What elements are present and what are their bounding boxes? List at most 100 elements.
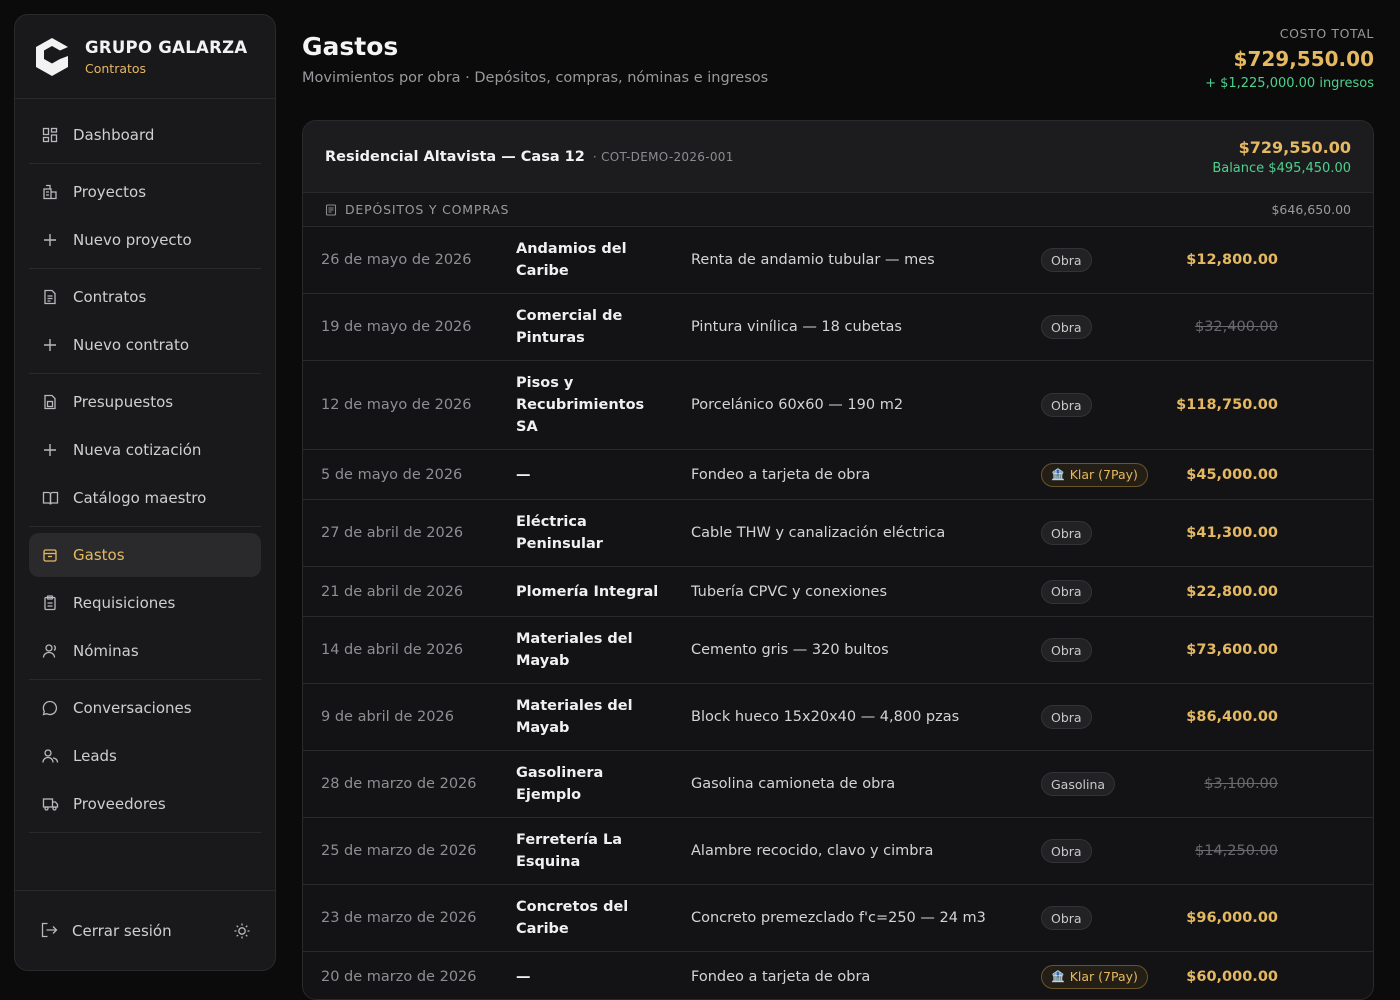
total-value: $729,550.00 [1233, 47, 1374, 71]
row-tag-label: Klar (7Pay) [1069, 467, 1138, 482]
plus-icon [41, 336, 59, 354]
total-label: COSTO TOTAL [1279, 26, 1374, 41]
row-tag: Obra [1041, 839, 1092, 863]
table-row[interactable]: 27 de abril de 2026 Eléctrica Peninsular… [303, 500, 1373, 567]
row-date: 9 de abril de 2026 [321, 709, 454, 725]
row-provider: Materiales del Mayab [516, 698, 633, 736]
brand-subtitle: Contratos [85, 60, 147, 76]
user-icon [41, 642, 59, 660]
table-row[interactable]: 21 de abril de 2026 Plomería Integral Tu… [303, 567, 1373, 617]
project-balance: Balance $495,450.00 [1212, 160, 1351, 176]
sidebar-item-label: Nuevo proyecto [73, 231, 192, 249]
sidebar-item-label: Catálogo maestro [73, 489, 207, 507]
sidebar-item-nuevo-contrato[interactable]: Nuevo contrato [29, 323, 261, 367]
row-provider: Materiales del Mayab [516, 631, 633, 669]
divider [29, 526, 261, 527]
divider [29, 679, 261, 680]
row-tag: Obra [1041, 579, 1092, 604]
brand-logo-icon [36, 37, 68, 76]
truck-icon [41, 795, 59, 813]
table-row[interactable]: 20 de marzo de 2026 — Fondeo a tarjeta d… [303, 952, 1373, 999]
row-provider: Ferretería La Esquina [516, 832, 623, 870]
sidebar-item-nuevo-proyecto[interactable]: Nuevo proyecto [29, 218, 261, 262]
users-icon [41, 747, 59, 765]
sidebar-item-proyectos[interactable]: Proyectos [29, 170, 261, 214]
row-description: Gasolina camioneta de obra [691, 776, 896, 792]
sidebar-item-label: Proyectos [73, 183, 147, 201]
logout-button[interactable]: Cerrar sesión [41, 922, 233, 940]
sidebar-item-conversaciones[interactable]: Conversaciones [29, 686, 261, 730]
sidebar-item-nominas[interactable]: Nóminas [29, 629, 261, 673]
table-row[interactable]: 5 de mayo de 2026 — Fondeo a tarjeta de … [303, 450, 1373, 500]
row-tag: Obra [1041, 638, 1092, 662]
sidebar-item-proveedores[interactable]: Proveedores [29, 782, 261, 826]
project-name: Residencial Altavista — Casa 12 [325, 148, 585, 165]
row-provider: Gasolinera Ejemplo [516, 765, 604, 803]
sidebar-item-label: Presupuestos [73, 393, 174, 411]
row-tag: Gasolina [1041, 772, 1116, 796]
row-date: 5 de mayo de 2026 [321, 466, 463, 483]
row-amount: $41,300.00 [1186, 525, 1278, 541]
total-summary: COSTO TOTAL $729,550.00 + $1,225,000.00 … [1205, 26, 1374, 91]
project-card: Residencial Altavista — Casa 12 · COT-DE… [302, 120, 1374, 1000]
row-date: 21 de abril de 2026 [321, 583, 464, 600]
row-tag: Obra [1041, 705, 1092, 729]
row-amount: $73,600.00 [1186, 642, 1278, 658]
divider [29, 832, 261, 833]
row-provider: — [516, 968, 531, 985]
page-title: Gastos [302, 32, 399, 61]
sidebar-item-nueva-cotizacion[interactable]: Nueva cotización [29, 428, 261, 472]
row-tag: 🏦 Klar (7Pay) [1041, 964, 1148, 989]
logout-label: Cerrar sesión [72, 921, 172, 940]
row-description: Concreto premezclado f'c=250 — 24 m3 [691, 910, 986, 926]
row-provider: Comercial de Pinturas [516, 308, 623, 346]
calculator-icon [41, 393, 59, 411]
total-income: + $1,225,000.00 ingresos [1205, 76, 1374, 91]
sidebar-item-catalogo[interactable]: Catálogo maestro [29, 476, 261, 520]
table-row[interactable]: 12 de mayo de 2026 Pisos y Recubrimiento… [303, 361, 1373, 450]
row-description: Block hueco 15x20x40 — 4,800 pzas [691, 709, 960, 725]
dashboard-icon [41, 126, 59, 144]
theme-toggle-sun-icon[interactable] [233, 922, 251, 940]
document-icon [41, 288, 59, 306]
row-date: 26 de mayo de 2026 [321, 252, 472, 268]
sidebar-nav: Dashboard Proyectos Nuevo proyecto Contr… [15, 99, 275, 833]
row-amount: $3,100.00 [1204, 776, 1278, 792]
brand[interactable]: GRUPO GALARZA Contratos [15, 15, 275, 99]
table-row[interactable]: 25 de marzo de 2026 Ferretería La Esquin… [303, 818, 1373, 885]
row-date: 14 de abril de 2026 [321, 642, 464, 658]
row-tag: 🏦 Klar (7Pay) [1041, 462, 1148, 487]
section-header: DEPÓSITOS Y COMPRAS $646,650.00 [303, 193, 1373, 227]
row-date: 20 de marzo de 2026 [321, 968, 477, 985]
table-row[interactable]: 19 de mayo de 2026 Comercial de Pinturas… [303, 294, 1373, 361]
chat-bubble-icon [41, 699, 59, 717]
sidebar-item-requisiciones[interactable]: Requisiciones [29, 581, 261, 625]
table-row[interactable]: 14 de abril de 2026 Materiales del Mayab… [303, 617, 1373, 684]
row-amount: $22,800.00 [1186, 583, 1278, 600]
row-amount: $96,000.00 [1186, 910, 1278, 926]
sidebar-item-leads[interactable]: Leads [29, 734, 261, 778]
sidebar-item-presupuestos[interactable]: Presupuestos [29, 380, 261, 424]
sidebar-item-contratos[interactable]: Contratos [29, 275, 261, 319]
sidebar-item-gastos[interactable]: Gastos [29, 533, 261, 577]
row-provider: Plomería Integral [516, 583, 659, 600]
row-amount: $32,400.00 [1194, 319, 1278, 335]
project-header[interactable]: Residencial Altavista — Casa 12 · COT-DE… [303, 121, 1373, 193]
sidebar-item-label: Proveedores [73, 795, 166, 813]
row-tag: Obra [1041, 906, 1092, 930]
sidebar-item-dashboard[interactable]: Dashboard [29, 113, 261, 157]
sidebar-item-label: Contratos [73, 288, 147, 306]
row-date: 19 de mayo de 2026 [321, 319, 472, 335]
sidebar-item-label: Conversaciones [73, 699, 192, 717]
receipt-icon [325, 203, 337, 216]
bank-icon: 🏦 [1051, 468, 1065, 481]
table-row[interactable]: 9 de abril de 2026 Materiales del Mayab … [303, 684, 1373, 751]
table-row[interactable]: 26 de mayo de 2026 Andamios del Caribe R… [303, 227, 1373, 294]
row-description: Fondeo a tarjeta de obra [691, 968, 871, 985]
project-amount: $729,550.00 [1238, 137, 1351, 157]
table-row[interactable]: 23 de marzo de 2026 Concretos del Caribe… [303, 885, 1373, 952]
table-row[interactable]: 28 de marzo de 2026 Gasolinera Ejemplo G… [303, 751, 1373, 818]
row-description: Tubería CPVC y conexiones [691, 583, 888, 600]
row-date: 12 de mayo de 2026 [321, 397, 472, 413]
row-provider: — [516, 466, 531, 483]
